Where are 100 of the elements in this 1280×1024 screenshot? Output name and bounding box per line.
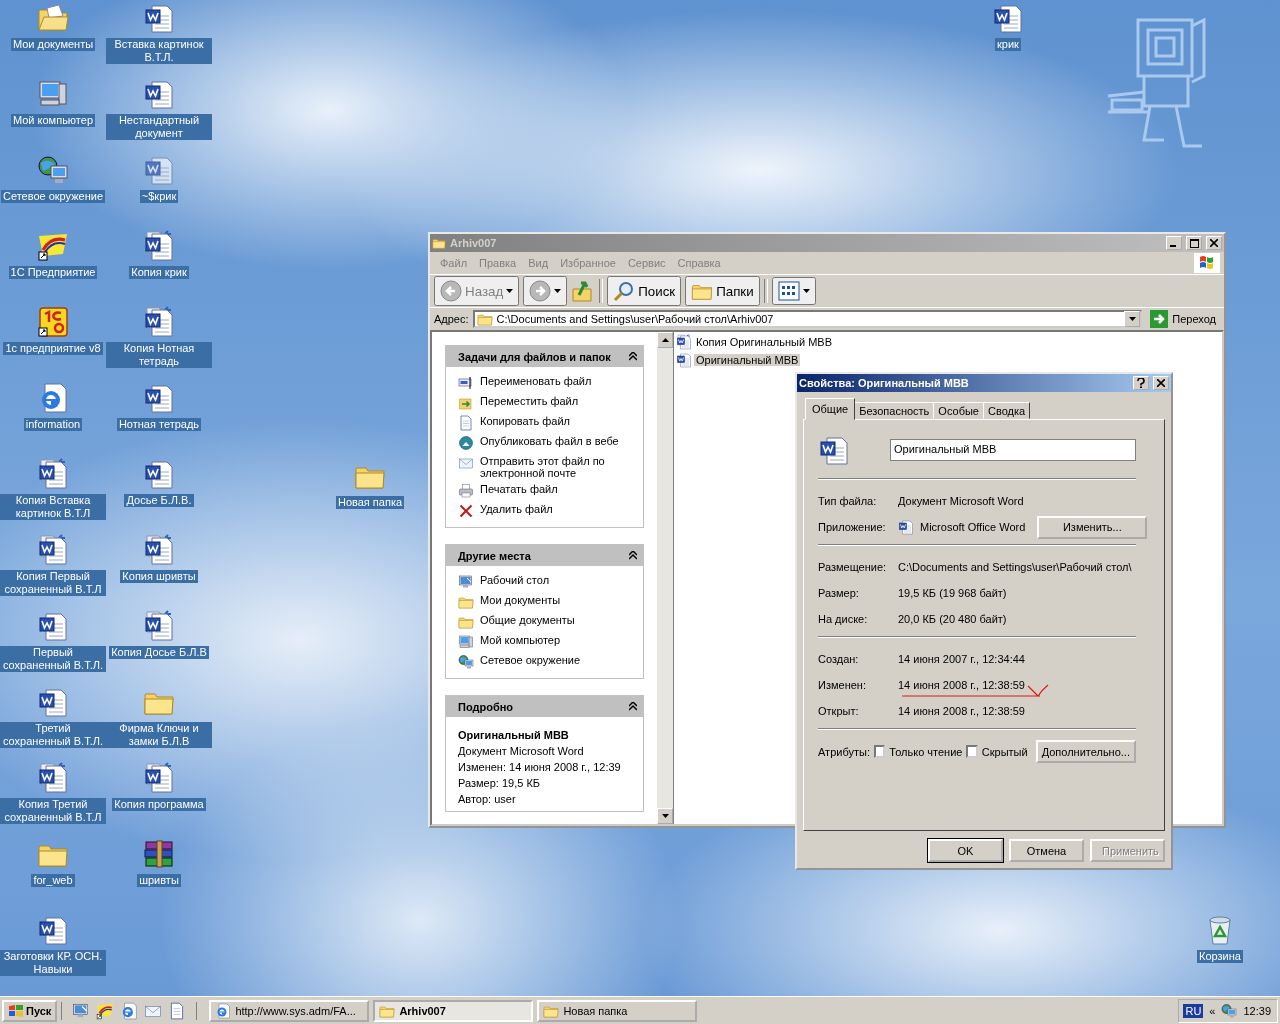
taskbar-button[interactable]: Новая папка bbox=[537, 999, 698, 1022]
desktop-icon-label[interactable]: Мой компьютер bbox=[10, 114, 96, 127]
close-button[interactable] bbox=[1153, 376, 1169, 390]
tab[interactable]: Общие bbox=[805, 398, 856, 420]
desktop-icon-label[interactable]: Копия шривты bbox=[120, 570, 198, 583]
task-link[interactable]: Копировать файл bbox=[458, 415, 637, 431]
panel-header[interactable]: Другие места bbox=[446, 545, 643, 566]
maximize-icon bbox=[1189, 238, 1199, 248]
task-link[interactable]: Общие документы bbox=[458, 614, 637, 630]
start-button[interactable]: Пуск bbox=[2, 999, 58, 1022]
task-link[interactable]: Отправить этот файл по электронной почте bbox=[458, 455, 637, 479]
desktop-icon-label[interactable]: ~$крик bbox=[139, 190, 179, 203]
desktop-icon-label[interactable]: Копия Вставка картинок В.Т.Л bbox=[0, 494, 106, 520]
desktop-icon-label[interactable]: Третий сохраненный В.Т.Л. bbox=[0, 722, 106, 748]
desktop-icon-label[interactable]: information bbox=[23, 418, 83, 431]
printer-icon bbox=[458, 483, 474, 499]
scroll-down-button[interactable] bbox=[657, 808, 673, 824]
advanced-button[interactable]: Дополнительно... bbox=[1035, 740, 1136, 763]
desktop-icon-label[interactable]: Копия Третий сохраненный В.Т.Л bbox=[0, 798, 106, 824]
property-value: Документ Microsoft Word bbox=[898, 495, 1024, 507]
dropdown-button[interactable] bbox=[1124, 311, 1141, 327]
task-link[interactable]: Сетевое окружение bbox=[458, 654, 637, 670]
taskbar-button[interactable]: http://www.sys.adm/FA... bbox=[209, 999, 370, 1022]
desktop-icon-label[interactable]: Заготовки КР. ОСН. Навыки bbox=[0, 950, 106, 976]
desktop-icon-label[interactable]: 1С Предприятие bbox=[8, 266, 98, 279]
file-item[interactable]: Копия Оригинальный МВВ bbox=[676, 334, 834, 350]
desktop-icon-label[interactable]: Нотная тетрадь bbox=[116, 418, 202, 431]
task-link[interactable]: Опубликовать файл в вебе bbox=[458, 435, 637, 451]
desktop-icon-label[interactable]: Фирма Ключи и замки Б.Л.В bbox=[106, 722, 212, 748]
task-link[interactable]: Мои документы bbox=[458, 594, 637, 610]
search-icon bbox=[613, 280, 636, 302]
property-value: Microsoft Office Word bbox=[920, 521, 1026, 533]
desktop-icon-label[interactable]: Корзина bbox=[1197, 950, 1243, 963]
tab[interactable]: Сводка bbox=[982, 402, 1031, 419]
dialog-button[interactable]: OK bbox=[928, 839, 1003, 862]
document-copy-icon bbox=[143, 230, 175, 262]
property-label: Размещение: bbox=[818, 561, 888, 573]
dialog-button[interactable]: Отмена bbox=[1009, 839, 1084, 862]
change-button[interactable]: Изменить... bbox=[1037, 515, 1148, 539]
desktop-icon-label[interactable]: Копия Нотная тетрадь bbox=[106, 342, 212, 368]
document-copy-icon bbox=[143, 306, 175, 338]
desktop-icon-label[interactable]: Новая папка bbox=[335, 496, 405, 509]
document-icon bbox=[818, 434, 850, 466]
caret-icon bbox=[1128, 317, 1136, 321]
desktop-icon-label[interactable]: Мои документы bbox=[10, 38, 96, 51]
panel-header[interactable]: Задачи для файлов и папок bbox=[446, 346, 643, 367]
checkbox[interactable] bbox=[873, 745, 886, 758]
desktop-icon-label[interactable]: Копия крик bbox=[129, 266, 189, 279]
checkbox[interactable] bbox=[966, 745, 978, 758]
word-app-icon bbox=[898, 519, 914, 535]
caret-icon bbox=[554, 289, 562, 293]
back-button[interactable]: Назад bbox=[434, 276, 520, 306]
computer-icon bbox=[458, 634, 474, 650]
language-indicator[interactable]: RU bbox=[1183, 1003, 1204, 1018]
desktop-icon-label[interactable]: Нестандартный документ bbox=[106, 114, 212, 140]
task-link[interactable]: Удалить файл bbox=[458, 503, 637, 519]
desktop-icon-label[interactable]: for_web bbox=[31, 874, 75, 887]
desktop-icon-label[interactable]: Первый сохраненный В.Т.Л. bbox=[0, 646, 106, 672]
task-link[interactable]: Переместить файл bbox=[458, 395, 637, 411]
desktop-icon-label[interactable]: Сетевое окружение bbox=[0, 190, 106, 203]
go-button[interactable]: Переход bbox=[1146, 310, 1220, 328]
desktop-icon-label[interactable]: Копия программа bbox=[112, 798, 206, 811]
app-logo-icon bbox=[37, 306, 69, 338]
property-value: 14 июня 2008 г., 12:38:59 bbox=[898, 679, 1025, 691]
desktop-icon-label[interactable]: Копия Досье Б.Л.В bbox=[109, 646, 209, 659]
desktop-icon-label[interactable]: Копия Первый сохраненный В.Т.Л bbox=[0, 570, 106, 596]
help-icon bbox=[1137, 378, 1145, 388]
scroll-up-button[interactable] bbox=[657, 332, 673, 348]
desktop-icon-label[interactable]: крик bbox=[995, 38, 1021, 51]
desktop-icon-label[interactable]: 1с предприятие v8 bbox=[3, 342, 103, 355]
views-button[interactable] bbox=[771, 277, 816, 305]
expand-tray-button[interactable]: « bbox=[1209, 1004, 1216, 1017]
task-link[interactable]: Печатать файл bbox=[458, 483, 637, 499]
search-button[interactable]: Поиск bbox=[607, 276, 682, 306]
checkbox-label[interactable]: Только чтение bbox=[889, 745, 963, 758]
address-field[interactable]: C:\Documents and Settings\user\Рабочий стол\Arhiv007 bbox=[472, 310, 1143, 328]
file-name-field[interactable]: Оригинальный МВВ bbox=[890, 439, 1136, 461]
attributes-label: Атрибуты: bbox=[818, 745, 870, 758]
document-icon bbox=[37, 610, 69, 642]
tab[interactable]: Особые bbox=[933, 402, 984, 419]
task-link[interactable]: Рабочий стол bbox=[458, 574, 637, 590]
checkbox-label[interactable]: Скрытый bbox=[981, 745, 1028, 758]
desktop-icon-label[interactable]: Досье Б.Л.В. bbox=[124, 494, 194, 507]
globe-icon bbox=[458, 435, 474, 451]
rename-icon bbox=[458, 375, 474, 391]
copy-icon bbox=[458, 415, 474, 431]
property-value: 20,0 КБ (20 480 байт) bbox=[898, 613, 1007, 625]
task-link[interactable]: Мой компьютер bbox=[458, 634, 637, 650]
help-button[interactable] bbox=[1133, 376, 1149, 390]
task-link[interactable]: Переименовать файл bbox=[458, 375, 637, 391]
detail-line: Изменен: 14 июня 2008 г., 12:39 bbox=[458, 761, 622, 773]
network-icon bbox=[458, 654, 474, 670]
scrollbar[interactable] bbox=[657, 332, 674, 824]
app-logo-icon bbox=[96, 1001, 115, 1020]
desktop-icon-label[interactable]: Вставка картинок В.Т.Л. bbox=[106, 38, 212, 64]
folders-button[interactable]: Папки bbox=[685, 276, 760, 306]
desktop-icon-label[interactable]: шривты bbox=[137, 874, 181, 887]
forward-button[interactable] bbox=[523, 276, 568, 306]
taskbar-button[interactable]: Arhiv007 bbox=[373, 999, 534, 1022]
panel-header[interactable]: Подробно bbox=[446, 696, 643, 717]
